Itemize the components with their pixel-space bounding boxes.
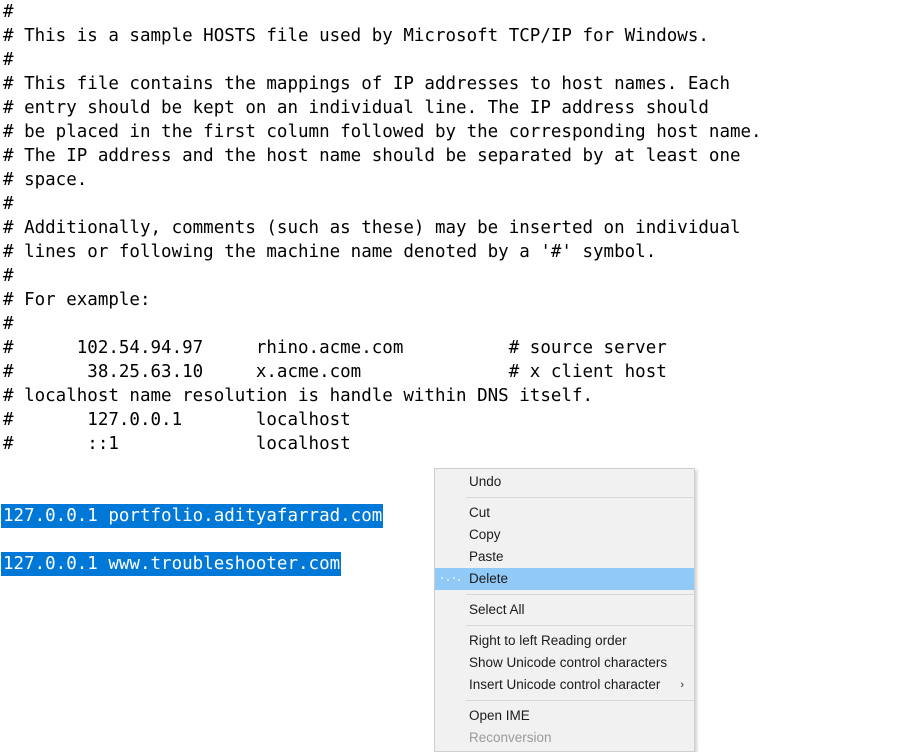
text-line-content[interactable]: # be placed in the first column followed… [3,120,762,144]
menu-separator [463,625,694,626]
menu-item-right-to-left-reading-order[interactable]: Right to left Reading order [435,630,694,652]
menu-item-label: Right to left Reading order [469,633,627,648]
text-line-content[interactable]: # 102.54.94.97 rhino.acme.com # source s… [3,336,762,360]
text-line[interactable]: # 127.0.0.1 localhost [3,408,762,432]
text-line[interactable]: # Additionally, comments (such as these)… [3,216,762,240]
menu-item-insert-unicode-control-character[interactable]: Insert Unicode control character › [435,674,694,696]
text-line-selected[interactable]: 127.0.0.1 portfolio.adityafarrad.com [1,504,384,528]
text-line[interactable]: # [3,192,762,216]
menu-item-cut[interactable]: Cut [435,502,694,524]
text-line-content[interactable]: # ::1 localhost [3,432,762,456]
menu-item-label: Cut [469,505,491,520]
menu-separator [463,700,694,701]
menu-item-delete[interactable]: Delete [435,568,694,590]
menu-item-label: Paste [469,549,504,564]
menu-item-label: Delete [469,571,509,586]
text-line-content[interactable]: # Additionally, comments (such as these)… [3,216,762,240]
text-line-content[interactable]: # 127.0.0.1 localhost [3,408,762,432]
text-line[interactable]: # [3,0,762,24]
text-line[interactable]: # [3,264,762,288]
text-line-content[interactable]: # entry should be kept on an individual … [3,96,762,120]
text-line-content[interactable]: # [3,264,762,288]
menu-item-copy[interactable]: Copy [435,524,694,546]
menu-item-gutter-dots-icon [441,577,461,581]
text-line-content[interactable]: # localhost name resolution is handle wi… [3,384,762,408]
text-line[interactable]: # lines or following the machine name de… [3,240,762,264]
menu-item-label: Show Unicode control characters [469,655,668,670]
text-line-content[interactable]: # [3,312,762,336]
text-line-content[interactable]: # For example: [3,288,762,312]
text-line-content[interactable]: # The IP address and the host name shoul… [3,144,762,168]
text-line-selected[interactable]: 127.0.0.1 www.troubleshooter.com [1,552,342,576]
text-line[interactable]: # The IP address and the host name shoul… [3,144,762,168]
menu-item-label: Reconversion [469,730,552,745]
menu-separator [463,594,694,595]
text-line-content[interactable]: # [3,48,762,72]
text-line-content[interactable]: # [3,192,762,216]
menu-item-label: Copy [469,527,501,542]
menu-item-show-unicode-control-characters[interactable]: Show Unicode control characters [435,652,694,674]
text-line[interactable]: # [3,312,762,336]
text-line[interactable]: # entry should be kept on an individual … [3,96,762,120]
text-line[interactable]: # This is a sample HOSTS file used by Mi… [3,24,762,48]
chevron-right-icon: › [680,679,684,691]
context-menu[interactable]: Undo Cut Copy Paste Delete Select All Right to… [434,468,695,752]
text-line[interactable]: # [3,48,762,72]
menu-item-reconversion: Reconversion [435,727,694,749]
menu-item-label: Insert Unicode control character [469,677,661,692]
text-line-content[interactable]: # [3,0,762,24]
menu-separator [463,497,694,498]
text-line-content[interactable]: # This is a sample HOSTS file used by Mi… [3,24,762,48]
menu-item-select-all[interactable]: Select All [435,599,694,621]
menu-item-label: Select All [469,602,525,617]
text-line[interactable]: # 102.54.94.97 rhino.acme.com # source s… [3,336,762,360]
context-menu-item-list[interactable]: Undo Cut Copy Paste Delete Select All Right to… [435,471,694,749]
menu-item-label: Undo [469,474,502,489]
menu-item-open-ime[interactable]: Open IME [435,705,694,727]
text-line-content[interactable]: # lines or following the machine name de… [3,240,762,264]
text-line-content[interactable]: # This file contains the mappings of IP … [3,72,762,96]
text-line[interactable]: # be placed in the first column followed… [3,120,762,144]
text-line[interactable]: # space. [3,168,762,192]
text-line-content[interactable]: # space. [3,168,762,192]
text-line[interactable]: # This file contains the mappings of IP … [3,72,762,96]
text-line-content[interactable]: # 38.25.63.10 x.acme.com # x client host [3,360,762,384]
menu-item-label: Open IME [469,708,530,723]
menu-item-paste[interactable]: Paste [435,546,694,568]
text-line[interactable]: # 38.25.63.10 x.acme.com # x client host [3,360,762,384]
text-line[interactable]: # ::1 localhost [3,432,762,456]
menu-item-undo[interactable]: Undo [435,471,694,493]
text-line[interactable]: # For example: [3,288,762,312]
text-line[interactable]: # localhost name resolution is handle wi… [3,384,762,408]
